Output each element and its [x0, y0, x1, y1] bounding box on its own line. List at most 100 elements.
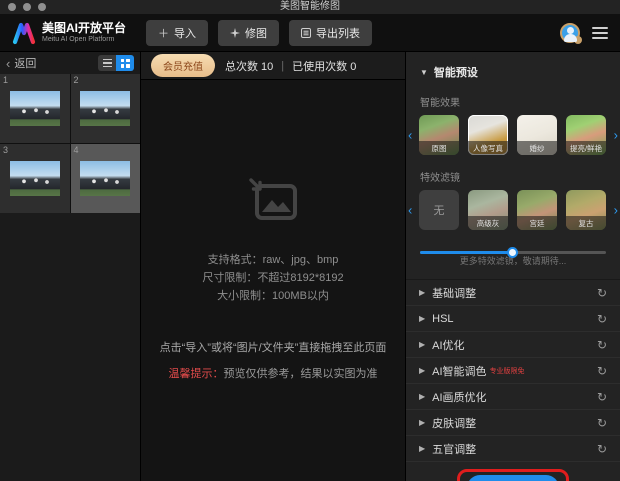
filter-none[interactable]: 无: [419, 190, 459, 230]
scroll-left-icon[interactable]: ‹: [408, 204, 412, 217]
section-ai-color[interactable]: ▶ AI智能调色 专业版限免 ↻: [406, 358, 620, 384]
filter-advanced-gray[interactable]: 高级灰: [468, 190, 508, 230]
effect-wedding[interactable]: 婚纱: [517, 115, 557, 155]
back-button-label: 返回: [14, 55, 36, 71]
export-image-button[interactable]: 导出图片: [467, 475, 559, 481]
filters-group-label: 特效滤镜: [406, 155, 620, 190]
scroll-right-icon[interactable]: ›: [614, 129, 618, 142]
tip-label: 温馨提示：: [169, 368, 224, 380]
section-ai-quality[interactable]: ▶ AI画质优化 ↻: [406, 384, 620, 410]
reset-icon[interactable]: ↻: [597, 390, 607, 404]
group-photo-thumbnail: [80, 161, 130, 196]
grid-view-button[interactable]: [116, 55, 134, 71]
plus-icon: ＋: [158, 25, 169, 41]
format-line: 支持格式：raw、jpg、bmp: [202, 251, 343, 269]
right-panel: ▼ 智能预设 智能效果 ‹ 原图 人像写真 婚纱 提亮/鲜艳 › 特效滤镜 ‹ …: [405, 52, 620, 481]
titlebar: 美图智能修图: [0, 0, 620, 14]
reset-icon[interactable]: ↻: [597, 286, 607, 300]
export-list-button-label: 导出列表: [316, 25, 360, 41]
thumbnail-grid: 1 2 3 4: [0, 74, 140, 213]
adjustment-sections: ▶ 基础调整 ↻ ▶ HSL ↻ ▶ AI优化 ↻ ▶ AI智能调色 专: [406, 280, 620, 462]
app-window: 美图智能修图 美图AI开放平台 Meitu AI Open Platform: [0, 0, 620, 481]
effect-label: 原图: [419, 141, 459, 155]
section-label: AI画质优化: [432, 389, 486, 405]
reset-icon[interactable]: ↻: [597, 312, 607, 326]
chevron-right-icon: ▶: [419, 366, 425, 375]
chevron-down-icon: ▼: [420, 68, 428, 77]
vip-recharge-button[interactable]: 会员充值: [151, 54, 215, 77]
section-label: 五官调整: [432, 441, 476, 457]
thumbnail-item-4[interactable]: 4: [71, 144, 141, 213]
main-area: 会员充值 总次数 10 | 已使用次数 0 支持格式：raw、jpg、bmp: [141, 52, 405, 481]
annotation-highlight-box: 导出图片: [457, 469, 569, 481]
reset-icon[interactable]: ↻: [597, 338, 607, 352]
group-photo-thumbnail: [10, 161, 60, 196]
section-facial-adjust[interactable]: ▶ 五官调整 ↻: [406, 436, 620, 462]
section-label: 皮肤调整: [432, 415, 476, 431]
export-list-button[interactable]: 导出列表: [289, 20, 372, 46]
user-avatar[interactable]: [560, 23, 580, 43]
reset-icon[interactable]: ↻: [597, 416, 607, 430]
section-label: 基础调整: [432, 285, 476, 301]
section-label: AI优化: [432, 337, 464, 353]
retouch-button-label: 修图: [245, 25, 267, 41]
thumbnail-number: 2: [74, 75, 79, 85]
group-photo-thumbnail: [10, 91, 60, 126]
pro-free-badge: 专业版限免: [490, 366, 525, 376]
back-button[interactable]: ‹ 返回: [6, 55, 36, 71]
chevron-right-icon: ▶: [419, 392, 425, 401]
section-label: AI智能调色: [432, 363, 486, 379]
window-title: 美图智能修图: [0, 0, 620, 14]
smart-preset-header[interactable]: ▼ 智能预设: [406, 52, 620, 80]
section-basic-adjust[interactable]: ▶ 基础调整 ↻: [406, 280, 620, 306]
brand-name: 美图AI开放平台: [42, 22, 126, 35]
section-ai-optimize[interactable]: ▶ AI优化 ↻: [406, 332, 620, 358]
import-button-label: 导入: [174, 25, 196, 41]
filter-palace[interactable]: 宫廷: [517, 190, 557, 230]
retouch-button[interactable]: 修图: [218, 20, 279, 46]
chevron-right-icon: ▶: [419, 418, 425, 427]
menu-icon[interactable]: [592, 27, 608, 39]
thumbnail-number: 3: [3, 145, 8, 155]
effect-portrait[interactable]: 人像写真: [468, 115, 508, 155]
thumbnail-item-3[interactable]: 3: [0, 144, 70, 213]
grid-view-icon: [121, 59, 130, 68]
reset-icon[interactable]: ↻: [597, 364, 607, 378]
chevron-right-icon: ▶: [419, 314, 425, 323]
scroll-right-icon[interactable]: ›: [614, 204, 618, 217]
chevron-right-icon: ▶: [419, 340, 425, 349]
effect-brighten[interactable]: 提亮/鲜艳: [566, 115, 606, 155]
upload-limits: 支持格式：raw、jpg、bmp 尺寸限制：不超过8192*8192 大小限制：…: [202, 251, 343, 305]
reset-icon[interactable]: ↻: [597, 442, 607, 456]
filter-vintage[interactable]: 复古: [566, 190, 606, 230]
drop-zone[interactable]: 支持格式：raw、jpg、bmp 尺寸限制：不超过8192*8192 大小限制：…: [141, 80, 405, 481]
filesize-line: 大小限制：100MB以内: [202, 287, 343, 305]
thumbnail-item-1[interactable]: 1: [0, 74, 70, 143]
effect-original[interactable]: 原图: [419, 115, 459, 155]
effect-label: 提亮/鲜艳: [566, 141, 606, 155]
section-skin-adjust[interactable]: ▶ 皮肤调整 ↻: [406, 410, 620, 436]
section-hsl[interactable]: ▶ HSL ↻: [406, 306, 620, 332]
effect-label: 婚纱: [517, 141, 557, 155]
chevron-right-icon: ▶: [419, 444, 425, 453]
vip-badge-icon: [574, 36, 582, 44]
slider-handle[interactable]: [507, 247, 518, 258]
smart-preset-title: 智能预设: [434, 64, 478, 80]
view-toggle: [98, 55, 134, 71]
filters-strip: ‹ 无 高级灰 宫廷 复古 ›: [406, 190, 620, 230]
count-separator: |: [281, 60, 284, 72]
filter-label: 高级灰: [468, 216, 508, 230]
chevron-right-icon: ▶: [419, 288, 425, 297]
list-view-icon: [103, 59, 112, 68]
thumbnail-number: 4: [74, 145, 79, 155]
brand-subtitle: Meitu AI Open Platform: [42, 35, 126, 44]
group-photo-thumbnail: [80, 91, 130, 126]
filter-label: 宫廷: [517, 216, 557, 230]
tip-text: 预览仅供参考，结果以实图为准: [224, 368, 378, 380]
sidebar: ‹ 返回 1 2 3: [0, 52, 141, 481]
import-button[interactable]: ＋ 导入: [146, 20, 208, 46]
thumbnail-number: 1: [3, 75, 8, 85]
thumbnail-item-2[interactable]: 2: [71, 74, 141, 143]
list-view-button[interactable]: [98, 55, 116, 71]
scroll-left-icon[interactable]: ‹: [408, 129, 412, 142]
